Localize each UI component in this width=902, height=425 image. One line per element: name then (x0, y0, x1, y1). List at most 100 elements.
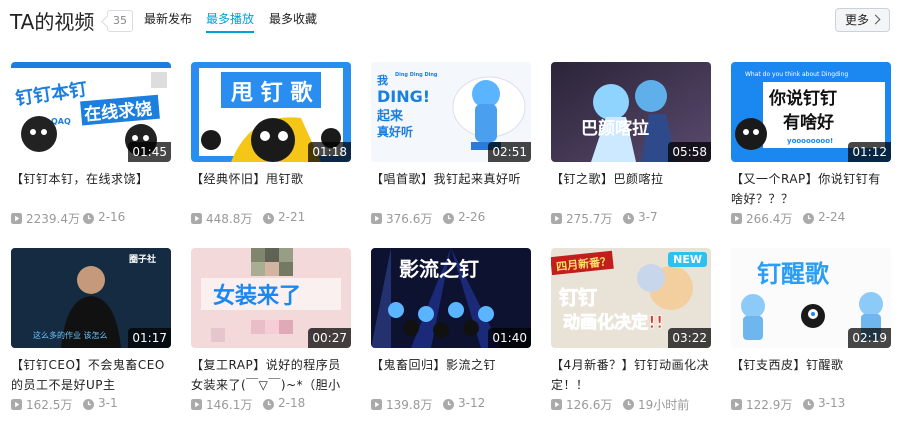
video-title[interactable]: 【钉钉本钉，在线求饶】 (11, 169, 171, 209)
video-thumbnail[interactable]: 影流之钉 01:40 (371, 248, 531, 348)
duration-label: 01:45 (128, 142, 171, 162)
play-count-icon (731, 213, 742, 224)
video-thumbnail[interactable]: 四月新番？ 钉钉 动画化决定!! NEW 03:22 (551, 248, 711, 348)
video-meta: 146.1万 2-18 (191, 396, 351, 412)
duration-label: 05:58 (668, 142, 711, 162)
publish-date: 2-18 (278, 396, 306, 410)
video-card[interactable]: 圈子社 这么多的作业 该怎么 01:17 【钉钉CEO】不会鬼畜CEO的员工不是… (11, 248, 171, 413)
duration-label: 01:12 (848, 142, 891, 162)
thumb-caption: 影流之钉 (399, 257, 479, 281)
video-card[interactable]: What do you think about Dingding 你说钉钉 有啥… (731, 62, 891, 227)
video-thumbnail[interactable]: 我 Ding Ding Ding DING! 起来 真好听 02:51 (371, 62, 531, 162)
video-title[interactable]: 【钉钉CEO】不会鬼畜CEO的员工不是好UP主 (11, 355, 171, 395)
video-meta: 266.4万 2-24 (731, 210, 891, 226)
tab-latest[interactable]: 最新发布 (144, 11, 192, 33)
video-title[interactable]: 【经典怀旧】甩钉歌 (191, 169, 351, 209)
video-title[interactable]: 【唱首歌】我钉起来真好听 (371, 169, 531, 209)
clock-icon (83, 213, 94, 224)
thumb-caption: What do you think about Dingding (745, 71, 848, 78)
video-title[interactable]: 【鬼畜回归】影流之钉 (371, 355, 531, 395)
video-thumbnail[interactable]: What do you think about Dingding 你说钉钉 有啥… (731, 62, 891, 162)
play-count: 448.8万 (206, 212, 253, 226)
play-count: 376.6万 (386, 212, 433, 226)
play-count: 126.6万 (566, 398, 613, 412)
thumb-caption: yoooooooo! (787, 137, 833, 145)
thumb-caption: 真好听 (377, 124, 413, 139)
play-count-icon (731, 399, 742, 410)
duration-label: 02:19 (848, 328, 891, 348)
thumb-caption: DING! (377, 87, 430, 106)
thumb-caption: 圈子社 (129, 253, 156, 265)
video-card[interactable]: 我 Ding Ding Ding DING! 起来 真好听 02:51 【唱首歌… (371, 62, 531, 227)
publish-date: 2-26 (458, 210, 486, 224)
clock-icon (623, 213, 634, 224)
video-card[interactable]: 影流之钉 01:40 【鬼畜回归】影流之钉 139.8万 3-12 (371, 248, 531, 413)
clock-icon (443, 399, 454, 410)
thumb-caption: 钉醒歌 (757, 260, 830, 288)
clock-icon (263, 399, 274, 410)
publish-date: 3-13 (818, 396, 846, 410)
clock-icon (803, 213, 814, 224)
video-title[interactable]: 【又一个RAP】你说钉钉有啥好？？？ (731, 169, 891, 209)
play-count-icon (11, 399, 22, 410)
tab-most-favorited[interactable]: 最多收藏 (269, 11, 317, 33)
video-meta: 139.8万 3-12 (371, 396, 531, 412)
publish-date: 3-12 (458, 396, 486, 410)
play-count-icon (191, 399, 202, 410)
video-thumbnail[interactable]: 女装来了 00:27 (191, 248, 351, 348)
video-card[interactable]: 四月新番？ 钉钉 动画化决定!! NEW 03:22 【4月新番？】钉钉动画化决… (551, 248, 711, 413)
thumb-caption: 有啥好 (783, 112, 834, 133)
play-count-icon (11, 213, 22, 224)
clock-icon (623, 399, 634, 410)
play-count-icon (551, 213, 562, 224)
duration-label: 02:51 (488, 142, 531, 162)
thumb-caption: 这么多的作业 该怎么 (33, 330, 108, 340)
video-count-badge: 35 (107, 10, 133, 32)
play-count: 162.5万 (26, 398, 73, 412)
video-card[interactable]: 巴颜喀拉 05:58 【钉之歌】巴颜喀拉 275.7万 3-7 (551, 62, 711, 227)
chevron-right-icon (870, 14, 881, 25)
publish-date: 3-7 (638, 210, 658, 224)
duration-label: 01:18 (308, 142, 351, 162)
video-card[interactable]: 女装来了 00:27 【复工RAP】说好的程序员女装来了(￣▽￣)~*（胆小者勿… (191, 248, 351, 413)
video-card[interactable]: 甩 钉 歌 01:18 【经典怀旧】甩钉歌 448.8万 2-21 (191, 62, 351, 227)
play-count: 122.9万 (746, 398, 793, 412)
video-title[interactable]: 【钉之歌】巴颜喀拉 (551, 169, 711, 209)
play-count: 139.8万 (386, 398, 433, 412)
clock-icon (263, 213, 274, 224)
play-count-icon (371, 213, 382, 224)
publish-date: 19小时前 (638, 398, 690, 412)
video-card[interactable]: 钉醒歌 02:19 【钉支西皮】钉醒歌 122.9万 3-13 (731, 248, 891, 413)
video-card[interactable]: 钉钉本钉 在线求饶 QAQ 01:45 【钉钉本钉，在线求饶】 2239.4万 … (11, 62, 171, 227)
thumb-caption: 甩 钉 歌 (231, 80, 313, 106)
tab-most-played[interactable]: 最多播放 (206, 11, 255, 33)
video-thumbnail[interactable]: 钉钉本钉 在线求饶 QAQ 01:45 (11, 62, 171, 162)
video-meta: 275.7万 3-7 (551, 210, 711, 226)
video-thumbnail[interactable]: 圈子社 这么多的作业 该怎么 01:17 (11, 248, 171, 348)
video-meta: 376.6万 2-26 (371, 210, 531, 226)
video-title[interactable]: 【复工RAP】说好的程序员女装来了(￣▽￣)~*（胆小者勿 (191, 355, 351, 395)
video-title[interactable]: 【钉支西皮】钉醒歌 (731, 355, 891, 395)
thumb-caption: 钉钉 (559, 286, 597, 309)
duration-label: 00:27 (308, 328, 351, 348)
play-count-icon (191, 213, 202, 224)
play-count: 275.7万 (566, 212, 613, 226)
more-label: 更多 (845, 13, 870, 27)
clock-icon (83, 399, 94, 410)
clock-icon (443, 213, 454, 224)
thumb-caption: 我 (377, 73, 388, 87)
thumb-caption: 起来 (376, 108, 404, 124)
thumb-caption: 巴颜喀拉 (581, 118, 649, 139)
publish-date: 2-24 (818, 210, 846, 224)
video-meta: 126.6万 19小时前 (551, 396, 711, 412)
play-count: 146.1万 (206, 398, 253, 412)
video-thumbnail[interactable]: 巴颜喀拉 05:58 (551, 62, 711, 162)
video-thumbnail[interactable]: 甩 钉 歌 01:18 (191, 62, 351, 162)
more-button[interactable]: 更多 (835, 8, 890, 32)
play-count: 266.4万 (746, 212, 793, 226)
video-title[interactable]: 【4月新番？】钉钉动画化决定！！ (551, 355, 711, 395)
video-thumbnail[interactable]: 钉醒歌 02:19 (731, 248, 891, 348)
publish-date: 3-1 (98, 396, 118, 410)
thumb-caption: 女装来了 (213, 283, 301, 309)
video-meta: 448.8万 2-21 (191, 210, 351, 226)
